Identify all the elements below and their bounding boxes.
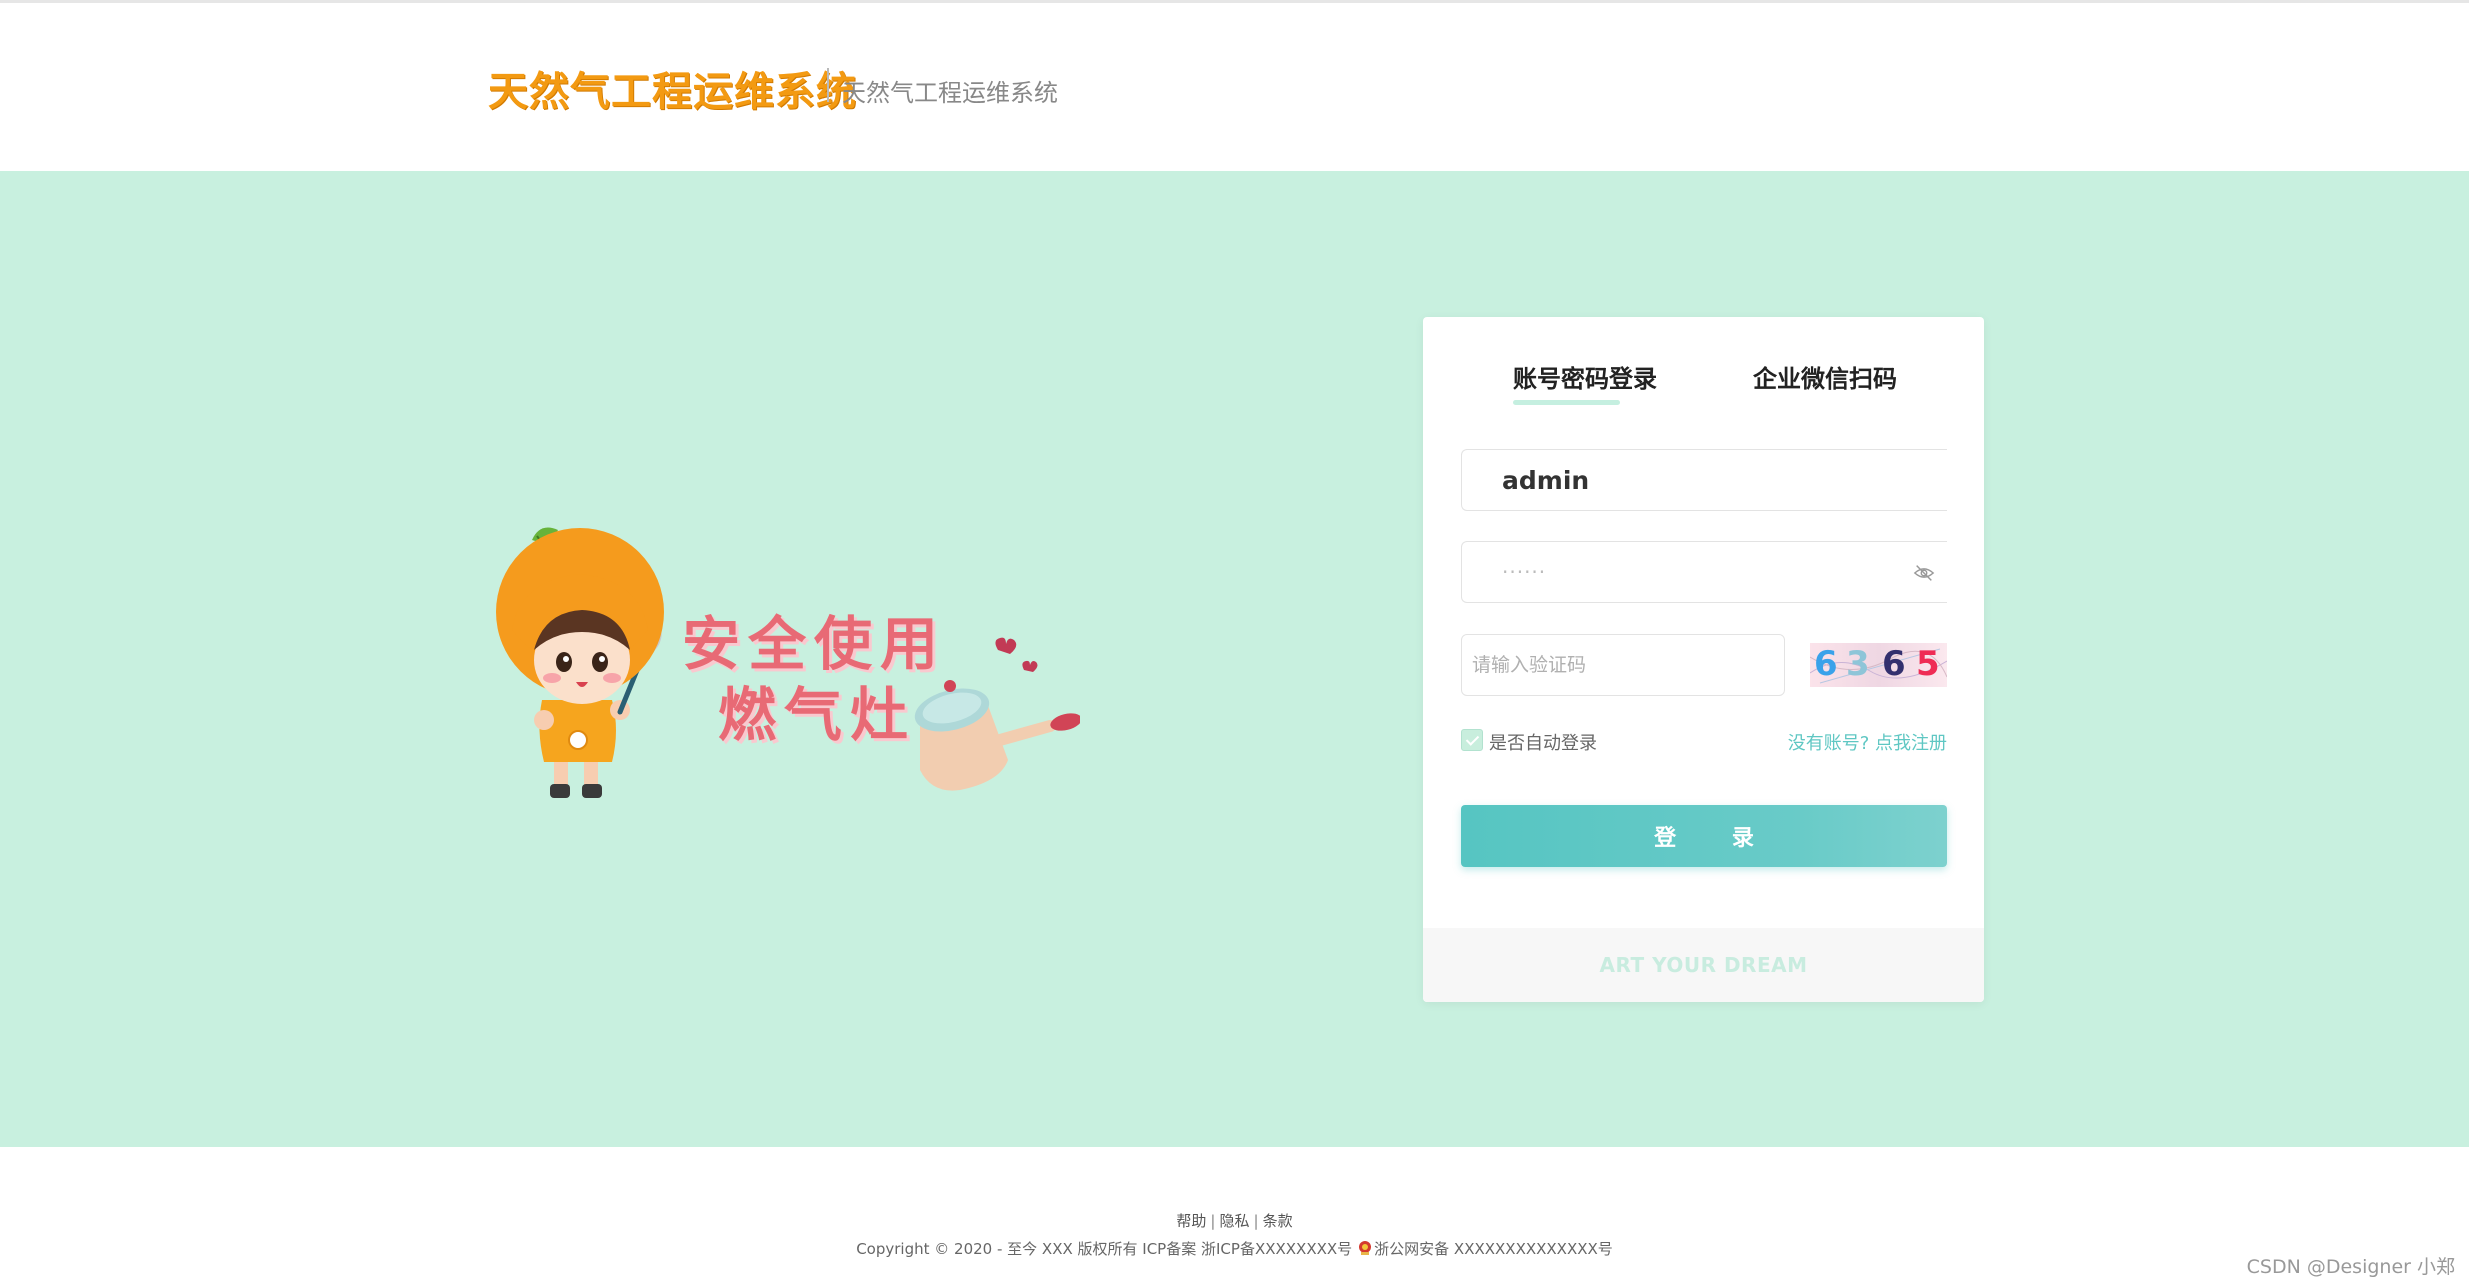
footer-link-help[interactable]: 帮助 (1176, 1212, 1206, 1230)
header: 天然气工程运维系统 天然气工程运维系统 (0, 3, 2469, 171)
card-footer-tagline: ART YOUR DREAM (1423, 928, 1984, 1002)
active-tab-indicator (1513, 400, 1620, 405)
auto-login-label: 是否自动登录 (1489, 733, 1597, 754)
slogan-line-2: 燃气灶 (718, 681, 917, 749)
captcha-char: 6 (1882, 644, 1906, 684)
captcha-input[interactable] (1462, 635, 1784, 695)
auto-login-checkbox[interactable] (1461, 729, 1483, 751)
username-input[interactable] (1462, 450, 1947, 510)
logo-divider (827, 68, 829, 102)
police-badge-icon (1359, 1241, 1372, 1255)
logo[interactable]: 天然气工程运维系统 (488, 59, 857, 117)
copyright: Copyright © 2020 - 至今 XXX 版权所有 ICP备案 浙IC… (0, 1238, 2469, 1259)
captcha-char: 3 (1846, 644, 1870, 684)
register-link[interactable]: 没有账号? 点我注册 (1788, 729, 1947, 755)
password-field (1461, 541, 1947, 603)
main-banner (0, 171, 2469, 1147)
footer-link-privacy[interactable]: 隐私 (1219, 1212, 1249, 1230)
captcha-char: 6 (1814, 644, 1838, 684)
header-subtitle: 天然气工程运维系统 (842, 79, 1058, 107)
tab-account-password[interactable]: 账号密码登录 (1513, 359, 1657, 394)
eye-off-icon[interactable] (1913, 562, 1935, 584)
username-field (1461, 449, 1947, 511)
watermark: CSDN @Designer 小郑 (2246, 1256, 2455, 1278)
captcha-char: 5 (1916, 644, 1940, 684)
login-card: 账号密码登录 企业微信扫码 6 3 6 5 是否自动登录 没有账号? 点我注册 … (1423, 317, 1984, 1002)
mascot-illustration (496, 527, 1080, 798)
password-input[interactable] (1462, 542, 1947, 602)
login-button[interactable]: 登 录 (1461, 805, 1947, 867)
footer-link-terms[interactable]: 条款 (1263, 1212, 1293, 1230)
tab-wechat-scan[interactable]: 企业微信扫码 (1753, 359, 1897, 394)
captcha-field (1461, 634, 1785, 696)
footer-separator: | (1210, 1212, 1216, 1230)
police-record-text[interactable]: 浙公网安备 XXXXXXXXXXXXXX号 (1374, 1240, 1613, 1258)
footer-links: 帮助 | 隐私 | 条款 (0, 1210, 2469, 1231)
mascot-figure (496, 527, 664, 798)
footer-separator: | (1253, 1212, 1259, 1230)
captcha-image[interactable]: 6 3 6 5 (1810, 643, 1947, 687)
copyright-text: Copyright © 2020 - 至今 XXX 版权所有 ICP备案 浙IC… (856, 1240, 1353, 1258)
